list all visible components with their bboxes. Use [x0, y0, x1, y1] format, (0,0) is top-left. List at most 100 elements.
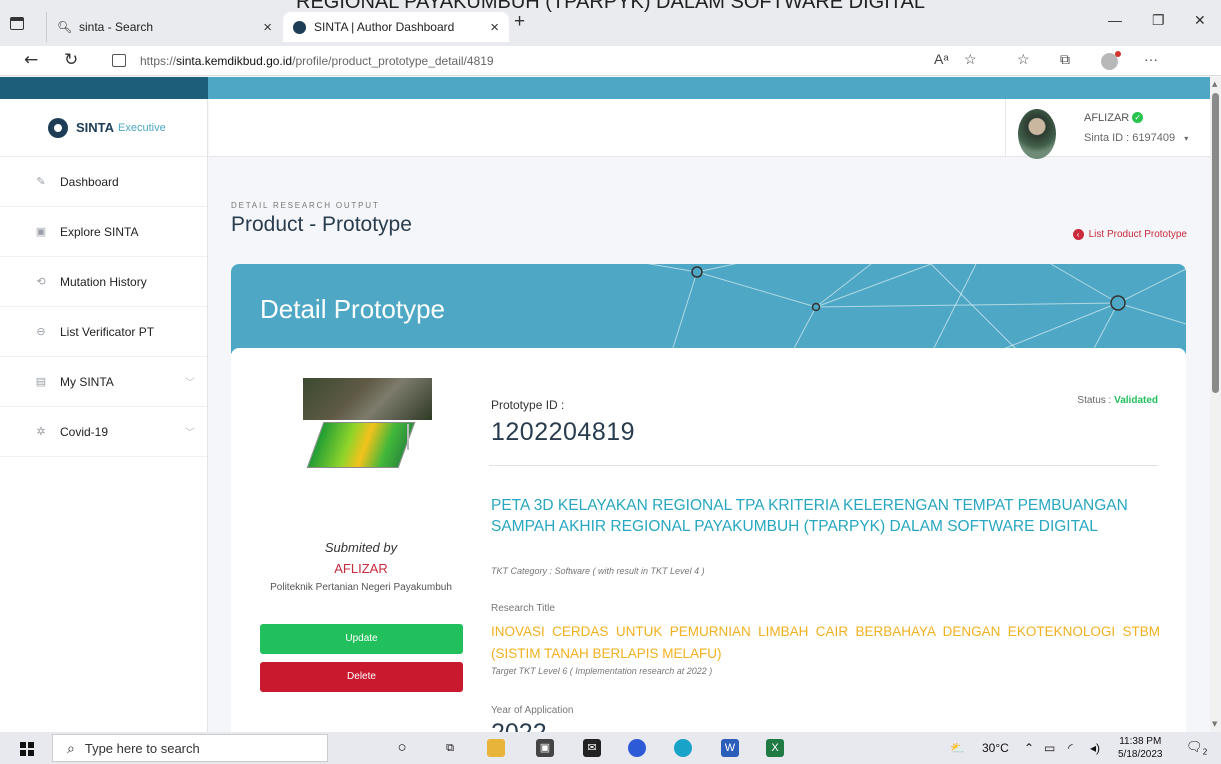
sinta-id-text: Sinta ID : 6197409	[1084, 132, 1176, 144]
edge-icon[interactable]	[674, 739, 692, 757]
notification-icon[interactable]: 🗨2	[1186, 740, 1208, 757]
notification-count: 2	[1202, 747, 1208, 757]
divider	[489, 465, 1158, 466]
grid-icon: ▤	[35, 376, 47, 388]
sidebar: SINTA Executive ✎ Dashboard ▣ Explore SI…	[0, 99, 208, 732]
sidebar-item-mutation-history[interactable]: ⟲ Mutation History	[0, 257, 207, 307]
document-icon: ▣	[35, 226, 47, 238]
network-node	[1110, 295, 1126, 311]
pencil-icon: ✎	[36, 176, 46, 188]
submitter-name[interactable]: AFLIZAR	[231, 561, 491, 576]
lock-icon	[112, 54, 126, 67]
main-content: DETAIL RESEARCH OUTPUT Product - Prototy…	[209, 158, 1210, 732]
sidebar-item-dashboard[interactable]: ✎ Dashboard	[0, 157, 207, 207]
restore-icon[interactable]: ❐	[1152, 12, 1165, 29]
add-favorite-icon[interactable]: ☆	[964, 51, 977, 68]
close-tab-icon[interactable]: ×	[490, 19, 499, 36]
scroll-up-icon[interactable]: ▲	[1212, 80, 1217, 88]
tab-title: SINTA | Author Dashboard	[314, 20, 455, 34]
status-value: Validated	[1114, 395, 1158, 406]
sinta-id[interactable]: Sinta ID : 6197409 ▾	[1084, 132, 1188, 144]
page-title: Product - Prototype	[231, 213, 412, 236]
close-tab-icon[interactable]: ×	[263, 19, 272, 36]
update-button[interactable]: Update	[260, 624, 463, 654]
sidebar-item-covid-19[interactable]: ✲ Covid-19 ﹀	[0, 407, 207, 457]
user-name[interactable]: AFLIZAR ✓	[1084, 112, 1144, 124]
year-of-application: 2022	[491, 720, 547, 732]
word-icon[interactable]: W	[721, 739, 739, 757]
chevron-down-icon: ﹀	[185, 428, 195, 439]
address-toolbar: ← ↻ https://sinta.kemdikbud.go.id/profil…	[0, 46, 1221, 121]
screen: REGIONAL PAYAKUMBUH (TPARPYK) DALAM SOFT…	[0, 0, 1221, 764]
minimize-icon[interactable]: —	[1108, 12, 1122, 28]
weather-icon[interactable]: ⛅	[950, 741, 965, 755]
refresh-icon[interactable]: ↻	[64, 50, 78, 70]
scroll-down-icon[interactable]: ▼	[1212, 720, 1217, 728]
browser-tab-sinta[interactable]: SINTA | Author Dashboard ×	[283, 12, 509, 42]
windows-taskbar: ⌕ Type here to search ○ ⧉ ▣ ✉ W X ⛅ 30°C…	[0, 732, 1221, 764]
clock[interactable]: 11:38 PM 5/18/2023	[1118, 735, 1163, 761]
volume-icon[interactable]: ◂)	[1090, 741, 1100, 755]
excel-icon[interactable]: X	[766, 739, 784, 757]
cortana-icon[interactable]: ○	[393, 739, 411, 757]
caret-down-icon: ▾	[1184, 134, 1189, 143]
tray-chevron-icon[interactable]: ⌃	[1024, 741, 1034, 755]
sidebar-item-list-verificator[interactable]: ⊖ List Verificator PT	[0, 307, 207, 357]
list-product-prototype-link[interactable]: ‹ List Product Prototype	[1072, 229, 1187, 240]
browser-tab-search[interactable]: 🔍︎ sinta - Search ×	[46, 12, 282, 42]
sidebar-item-my-sinta[interactable]: ▤ My SINTA ﹀	[0, 357, 207, 407]
status-badge: Status : Validated	[1077, 395, 1158, 406]
page-scrollbar[interactable]: ▲ ▼	[1210, 77, 1221, 732]
detail-hero-banner: Detail Prototype	[231, 264, 1186, 354]
back-arrow-icon[interactable]: ←	[24, 50, 38, 70]
task-view-icon[interactable]: ⧉	[441, 739, 459, 757]
brand-subtitle: Executive	[118, 121, 166, 134]
url-scheme: https://	[140, 53, 177, 68]
scrollbar-thumb[interactable]	[1212, 93, 1219, 393]
windows-start-icon[interactable]	[20, 742, 34, 756]
brand-name: SINTA	[76, 120, 115, 135]
lock-icon: ⊖	[36, 326, 46, 338]
address-bar[interactable]: https://sinta.kemdikbud.go.id/profile/pr…	[100, 48, 990, 73]
avatar[interactable]	[1018, 109, 1056, 159]
hero-title: Detail Prototype	[260, 294, 445, 324]
sidebar-item-explore-sinta[interactable]: ▣ Explore SINTA	[0, 207, 207, 257]
collections-icon[interactable]: ⧉	[1060, 51, 1070, 68]
tab-actions-icon[interactable]	[10, 17, 24, 30]
delete-button[interactable]: Delete	[260, 662, 463, 692]
mail-icon[interactable]: ✉	[583, 739, 601, 757]
file-explorer-icon[interactable]	[487, 739, 505, 757]
tab-title: sinta - Search	[79, 20, 154, 34]
virus-icon: ✲	[36, 426, 46, 438]
temperature[interactable]: 30°C	[982, 741, 1009, 755]
taskbar-search-placeholder: Type here to search	[84, 740, 200, 756]
prototype-thumbnail[interactable]	[303, 378, 432, 470]
browser-profile-icon[interactable]	[1101, 51, 1121, 70]
new-tab-icon[interactable]: +	[514, 11, 525, 33]
year-of-application-label: Year of Application	[491, 705, 574, 716]
section-overline: DETAIL RESEARCH OUTPUT	[231, 201, 380, 210]
submitted-by-label: Submited by	[324, 540, 398, 555]
read-aloud-icon[interactable]: A͏ᵃ	[934, 51, 949, 67]
sidebar-item-label: Covid-19	[60, 424, 109, 439]
network-icon[interactable]: ▭	[1044, 741, 1055, 755]
list-link-label: List Product Prototype	[1088, 229, 1187, 240]
top-header: AFLIZAR ✓ Sinta ID : 6197409 ▾	[209, 99, 1210, 159]
sidebar-item-label: Dashboard	[60, 174, 119, 189]
target-tkt: Target TKT Level 6 ( Implementation rese…	[491, 666, 713, 676]
taskbar-search-input[interactable]: ⌕ Type here to search	[52, 734, 328, 762]
store-icon[interactable]: ▣	[536, 739, 554, 757]
sidebar-item-label: My SINTA	[60, 374, 114, 389]
search-icon: 🔍︎	[57, 20, 73, 34]
favorites-icon[interactable]: ☆	[1017, 51, 1030, 68]
url-host: sinta.kemdikbud.go.id	[176, 53, 293, 68]
clock-time: 11:38 PM	[1119, 736, 1162, 747]
close-window-icon[interactable]: ✕	[1194, 12, 1206, 29]
detail-card: Submited by AFLIZAR Politeknik Pertanian…	[231, 348, 1186, 732]
history-icon: ⟲	[36, 276, 46, 288]
wifi-icon[interactable]: ◜	[1068, 741, 1073, 755]
more-menu-icon[interactable]: ···	[1144, 51, 1158, 67]
user-name-text: AFLIZAR	[1084, 112, 1130, 124]
zoom-icon[interactable]	[628, 739, 646, 757]
sinta-brand[interactable]: SINTA Executive	[0, 99, 207, 157]
